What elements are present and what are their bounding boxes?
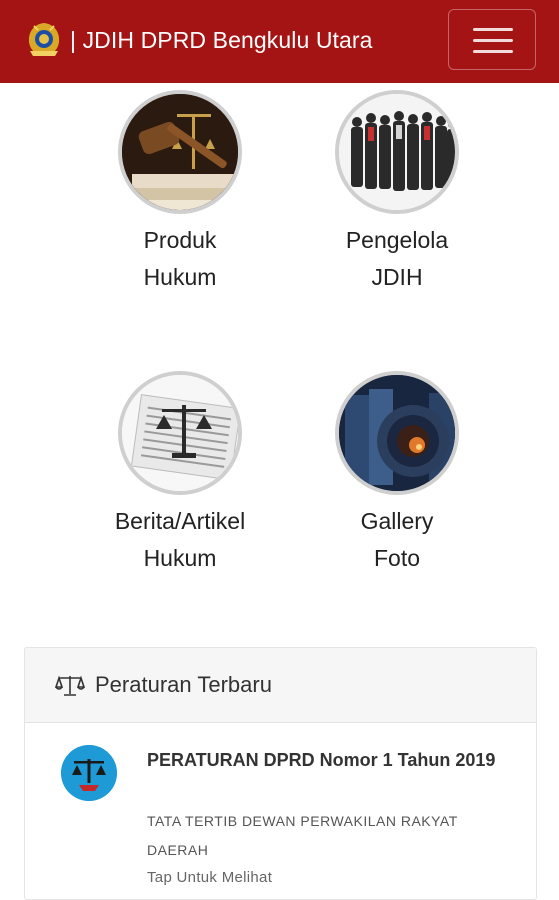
newspaper-scale-icon	[118, 371, 242, 495]
tap-to-view-hint: Tap Untuk Melihat	[147, 869, 273, 886]
latest-regulations-card: Peraturan Terbaru PERATURAN DPRD Nomor 1…	[24, 647, 537, 900]
menu-label-line2: Hukum	[143, 545, 217, 571]
menu-pengelola-jdih[interactable]: Pengelola JDIH	[297, 90, 497, 296]
menu-label-line2: Hukum	[143, 264, 217, 290]
dprd-emblem-icon[interactable]	[24, 20, 64, 60]
menu-produk-hukum[interactable]: Produk Hukum	[80, 90, 280, 296]
regulation-title[interactable]: PERATURAN DPRD Nomor 1 Tahun 2019	[147, 745, 517, 775]
card-title: Peraturan Terbaru	[95, 672, 272, 697]
top-navbar: | JDIH DPRD Bengkulu Utara	[0, 0, 559, 83]
menu-toggle-button[interactable]	[448, 9, 536, 70]
menu-label-line2: JDIH	[371, 264, 423, 290]
balance-scale-icon	[55, 675, 85, 696]
menu-label-line1: Berita/Artikel	[114, 508, 246, 534]
regulation-list-item[interactable]: PERATURAN DPRD Nomor 1 Tahun 2019 TATA T…	[25, 723, 536, 899]
menu-label-line1: Gallery	[360, 508, 434, 534]
menu-label-line1: Pengelola	[345, 227, 449, 253]
menu-gallery-foto[interactable]: Gallery Foto	[297, 371, 497, 577]
menu-berita-artikel[interactable]: Berita/Artikel Hukum	[80, 371, 280, 577]
regulation-description: TATA TERTIB DEWAN PERWAKILAN RAKYAT DAER…	[147, 813, 458, 858]
hamburger-icon	[473, 28, 513, 31]
app-title[interactable]: | JDIH DPRD Bengkulu Utara	[70, 27, 373, 54]
menu-label-line1: Produk	[143, 227, 217, 253]
camera-lens-icon	[335, 371, 459, 495]
people-icon	[335, 90, 459, 214]
justice-scale-icon	[61, 745, 117, 801]
gavel-icon	[118, 90, 242, 214]
menu-label-line2: Foto	[373, 545, 421, 571]
card-header: Peraturan Terbaru	[25, 648, 536, 723]
